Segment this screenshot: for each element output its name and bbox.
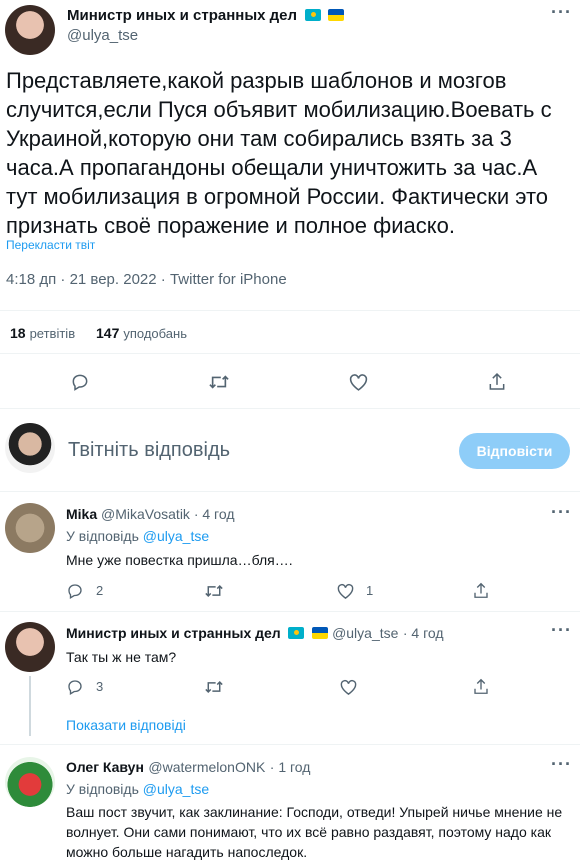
- tweet-timestamp[interactable]: 4:18 дп · 21 вер. 2022 · Twitter for iPh…: [6, 271, 287, 288]
- reply-header[interactable]: Mika @MikaVosatik · 4 год: [66, 506, 235, 522]
- reply-header[interactable]: Министр иных и странных дел @ulya_tse · …: [66, 625, 444, 643]
- divider: [0, 310, 580, 311]
- like-icon[interactable]: [336, 582, 355, 600]
- show-replies-link[interactable]: Показати відповіді: [66, 717, 186, 733]
- reply-to-handle[interactable]: @ulya_tse: [143, 528, 209, 544]
- reply-author-handle[interactable]: @watermelonONK: [148, 759, 265, 775]
- author-name[interactable]: Министр иных и странных дел: [67, 7, 297, 24]
- share-icon[interactable]: [472, 677, 490, 696]
- more-icon[interactable]: ···: [551, 754, 572, 775]
- reply-text: Мне уже повестка пришла…бля….: [66, 552, 293, 568]
- divider: [0, 611, 580, 612]
- translate-link[interactable]: Перекласти твіт: [6, 238, 95, 252]
- reply-author-name[interactable]: Олег Кавун: [66, 759, 144, 775]
- compose-input[interactable]: Твітніть відповідь: [68, 439, 230, 462]
- author-avatar[interactable]: [5, 5, 55, 55]
- reply-time[interactable]: · 4 год: [403, 625, 444, 641]
- reply-icon[interactable]: [70, 372, 90, 392]
- more-icon[interactable]: ···: [551, 620, 572, 641]
- reply-author-handle[interactable]: @MikaVosatik: [101, 506, 190, 522]
- retweet-icon[interactable]: [208, 372, 230, 392]
- reply-icon[interactable]: [66, 582, 84, 600]
- reply-to-line: У відповідь @ulya_tse: [66, 528, 209, 544]
- author-handle[interactable]: @ulya_tse: [67, 27, 138, 44]
- more-icon[interactable]: ···: [551, 2, 572, 23]
- reply-avatar[interactable]: [5, 622, 55, 672]
- reply-button[interactable]: Відповісти: [459, 433, 570, 469]
- author-name-row[interactable]: Министр иных и странных дел: [67, 7, 344, 25]
- reply-author-handle[interactable]: @ulya_tse: [332, 625, 398, 641]
- likes-label: уподобань: [123, 326, 187, 341]
- reply-author-name[interactable]: Министр иных и странных дел: [66, 625, 281, 641]
- ukraine-flag-icon: [311, 627, 328, 639]
- reply-text: Ваш пост звучит, как заклинание: Господи…: [66, 804, 563, 860]
- likes-count: 147: [96, 325, 120, 341]
- reply-to-label: У відповідь: [66, 781, 139, 797]
- reply-avatar[interactable]: [5, 757, 55, 807]
- reply-text: Так ты ж не там?: [66, 649, 177, 665]
- divider: [0, 491, 580, 492]
- reply-to-line: У відповідь @ulya_tse: [66, 781, 209, 797]
- reply-count: 3: [96, 679, 104, 694]
- like-icon[interactable]: [348, 372, 369, 392]
- retweets-stat[interactable]: 18 ретвітів: [10, 325, 75, 343]
- more-icon[interactable]: ···: [551, 502, 572, 523]
- like-count: 1: [366, 583, 374, 598]
- divider: [0, 353, 580, 354]
- kazakhstan-flag-icon: [304, 9, 321, 21]
- share-icon[interactable]: [472, 581, 490, 600]
- reply-author-name[interactable]: Mika: [66, 506, 97, 522]
- tweet-text: Представляете,какой разрыв шаблонов и мо…: [6, 68, 552, 238]
- retweet-icon[interactable]: [204, 582, 224, 600]
- reply-header[interactable]: Олег Кавун @watermelonONK · 1 год: [66, 759, 310, 777]
- share-icon[interactable]: [487, 371, 507, 392]
- likes-stat[interactable]: 147 уподобань: [96, 325, 187, 343]
- retweet-icon[interactable]: [204, 678, 224, 696]
- reply-icon[interactable]: [66, 678, 84, 696]
- retweets-label: ретвітів: [29, 326, 76, 341]
- user-avatar[interactable]: [5, 423, 55, 473]
- reply-to-label: У відповідь: [66, 528, 139, 544]
- reply-time[interactable]: · 4 год: [194, 506, 235, 522]
- ukraine-flag-icon: [327, 9, 344, 21]
- reply-avatar[interactable]: [5, 503, 55, 553]
- divider: [0, 408, 580, 409]
- like-icon[interactable]: [339, 678, 358, 696]
- divider: [0, 744, 580, 745]
- retweets-count: 18: [10, 325, 26, 341]
- reply-to-handle[interactable]: @ulya_tse: [143, 781, 209, 797]
- reply-count: 2: [96, 583, 104, 598]
- kazakhstan-flag-icon: [288, 627, 305, 639]
- thread-line: [29, 676, 31, 736]
- reply-time[interactable]: · 1 год: [270, 759, 311, 775]
